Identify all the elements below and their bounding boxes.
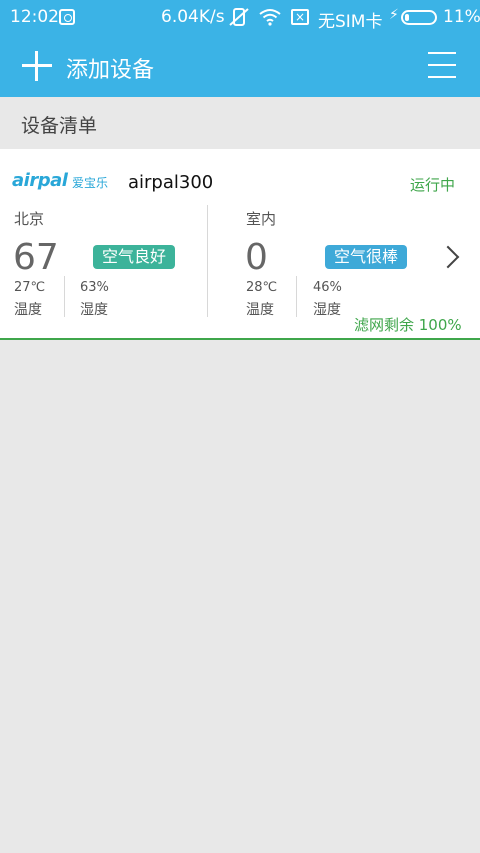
outdoor-quality-badge: 空气良好 (93, 245, 176, 269)
chevron-right-icon[interactable] (436, 245, 460, 269)
card-divider (207, 205, 208, 317)
network-speed: 6.04K/s (161, 7, 225, 27)
status-bar: 12:02 6.04K/s × 无SIM卡 ⚡ 11% (0, 0, 480, 34)
menu-icon[interactable] (428, 52, 456, 78)
status-time: 12:02 (10, 7, 59, 27)
outdoor-temperature: 27℃ (14, 280, 46, 295)
divider (296, 276, 297, 317)
brand-logo-cn: 爱宝乐 (72, 176, 109, 190)
device-list-title: 设备清单 (21, 115, 98, 137)
outdoor-humidity: 63% (80, 280, 109, 295)
brand-logo: airpal (12, 170, 68, 191)
outdoor-temperature-label: 温度 (14, 302, 42, 318)
add-device-plus-icon[interactable] (22, 51, 52, 81)
filter-remaining: 滤网剩余 100% (354, 316, 462, 334)
battery-icon (401, 10, 437, 25)
battery-percent: 11% (443, 7, 480, 27)
indoor-temperature: 28℃ (246, 280, 278, 295)
add-device-title[interactable]: 添加设备 (66, 52, 154, 84)
no-sim-icon: × (291, 9, 309, 25)
device-card[interactable]: airpal 爱宝乐 airpal300 运行中 北京 67 空气良好 27℃ … (0, 149, 480, 340)
charging-icon: ⚡ (389, 7, 399, 23)
indoor-humidity-label: 湿度 (313, 302, 341, 318)
indoor-humidity: 46% (313, 280, 342, 295)
indoor-aqi: 0 (245, 237, 268, 278)
sim-status: 无SIM卡 (318, 12, 383, 32)
outdoor-humidity-label: 湿度 (80, 302, 108, 318)
wifi-icon (259, 9, 281, 26)
notification-icon (59, 9, 75, 25)
device-name: airpal300 (128, 172, 214, 193)
vibrate-off-icon (229, 8, 249, 26)
indoor-quality-badge: 空气很棒 (325, 245, 408, 269)
outdoor-aqi: 67 (13, 237, 59, 278)
indoor-temperature-label: 温度 (246, 302, 274, 318)
device-list-header: 设备清单 (0, 97, 480, 149)
divider (64, 276, 65, 317)
top-bar: 12:02 6.04K/s × 无SIM卡 ⚡ 11% 添加设备 (0, 0, 480, 97)
outdoor-location: 北京 (14, 210, 45, 228)
indoor-location: 室内 (246, 210, 277, 228)
device-status: 运行中 (410, 176, 456, 194)
